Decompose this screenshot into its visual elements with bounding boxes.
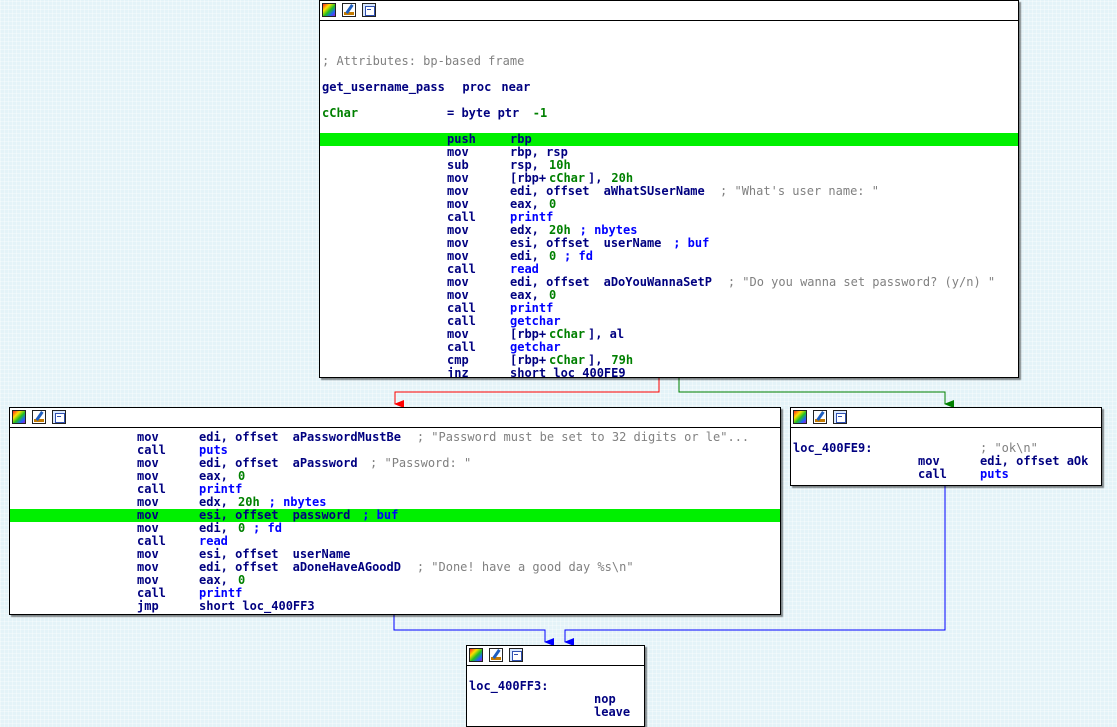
operand: short loc_400FF3 bbox=[199, 599, 315, 613]
block-get-username-pass[interactable]: ; Attributes: bp-based frame get_username… bbox=[319, 0, 1019, 378]
proc-keyword: near bbox=[501, 80, 531, 94]
code-line[interactable]: sub rsp, 10h bbox=[320, 159, 1018, 172]
code-line[interactable]: mov esi, offset password ; buf bbox=[10, 509, 780, 522]
operand: ; "Done! have a good day %s\n" bbox=[409, 560, 634, 574]
block-titlebar bbox=[320, 1, 1018, 21]
proc-keyword: proc bbox=[462, 80, 492, 94]
code-line[interactable]: push rbp bbox=[320, 133, 1018, 146]
block-titlebar bbox=[467, 646, 644, 666]
code-line[interactable]: mov edi, offset aPasswordMustBe ; "Passwo… bbox=[10, 431, 780, 444]
edge-jmp-to-end bbox=[393, 615, 554, 646]
code-line[interactable]: mov eax, 0 bbox=[10, 470, 780, 483]
code-line[interactable]: call printf bbox=[320, 211, 1018, 224]
operand: aDoneHaveAGoodD bbox=[292, 560, 401, 574]
group-nodes-icon[interactable] bbox=[362, 3, 376, 17]
block-set-password[interactable]: mov edi, offset aPasswordMustBe ; "Passwo… bbox=[9, 407, 781, 615]
operand: aWhatSUserName bbox=[603, 184, 705, 198]
operand: short loc_400FE9 bbox=[510, 366, 626, 378]
edit-node-icon[interactable] bbox=[489, 648, 503, 662]
code-line[interactable]: mov edi, offset aWhatSUserName ; "What's … bbox=[320, 185, 1018, 198]
stack-var-name: cChar bbox=[322, 106, 359, 120]
code-line[interactable]: mov [rbp+ cChar], al bbox=[320, 328, 1018, 341]
group-nodes-icon[interactable] bbox=[52, 410, 66, 424]
code-line[interactable]: cmp [rbp+ cChar], 79h bbox=[320, 354, 1018, 367]
mnemonic: call bbox=[918, 467, 947, 481]
operand: ; buf bbox=[355, 508, 399, 522]
edit-node-icon[interactable] bbox=[32, 410, 46, 424]
code-line[interactable]: call printf bbox=[10, 483, 780, 496]
stack-var-def: = byte ptr bbox=[447, 106, 520, 120]
code-line[interactable]: mov eax, 0 bbox=[10, 574, 780, 587]
operand: 0 bbox=[238, 521, 246, 535]
code-line[interactable]: mov edi, offset aDoneHaveAGoodD ; "Done! … bbox=[10, 561, 780, 574]
code-line[interactable]: mov edi, 0 ; fd bbox=[10, 522, 780, 535]
code-line[interactable]: leave bbox=[467, 706, 644, 719]
edge-true-branch bbox=[678, 377, 954, 408]
edit-node-icon[interactable] bbox=[813, 410, 827, 424]
code-line[interactable]: mov edi, 0 ; fd bbox=[320, 250, 1018, 263]
code-line[interactable]: loc_400FF3: bbox=[467, 680, 644, 693]
code-line[interactable]: call printf bbox=[10, 587, 780, 600]
code-line[interactable]: mov edi, offset aPassword ; "Password: " bbox=[10, 457, 780, 470]
operand: ; buf bbox=[666, 236, 710, 250]
code-line[interactable]: get_username_pass proc near bbox=[320, 81, 1018, 94]
operand: aPasswordMustBe bbox=[292, 430, 401, 444]
code-line[interactable]: jmp short loc_400FF3 bbox=[10, 600, 780, 613]
group-nodes-icon[interactable] bbox=[509, 648, 523, 662]
code-line[interactable]: call puts bbox=[791, 468, 1101, 481]
group-nodes-icon[interactable] bbox=[833, 410, 847, 424]
block-titlebar bbox=[10, 408, 780, 428]
block-loc-400fe9[interactable]: loc_400FE9:; "ok\n" mov edi, offset aOk cal… bbox=[790, 407, 1102, 486]
color-palette-icon[interactable] bbox=[322, 3, 336, 17]
code-line[interactable]: mov eax, 0 bbox=[320, 289, 1018, 302]
proc-name: get_username_pass bbox=[322, 80, 445, 94]
block-loc-400ff3[interactable]: loc_400FF3: nop leave bbox=[466, 645, 645, 727]
operand: ; "Password: " bbox=[362, 456, 472, 470]
color-palette-icon[interactable] bbox=[793, 410, 807, 424]
comment-text: ; Attributes: bp-based frame bbox=[322, 54, 525, 68]
operand: aPassword bbox=[292, 456, 358, 470]
code-line[interactable]: jnz short loc_400FE9 bbox=[320, 367, 1018, 378]
code-line[interactable]: ; Attributes: bp-based frame bbox=[320, 55, 1018, 68]
code-line[interactable]: call read bbox=[10, 535, 780, 548]
block-code: mov edi, offset aPasswordMustBe ; "Passwo… bbox=[10, 428, 780, 613]
block-code: loc_400FF3: nop leave bbox=[467, 666, 644, 726]
block-code: loc_400FE9:; "ok\n" mov edi, offset aOk cal… bbox=[791, 428, 1101, 484]
block-titlebar bbox=[791, 408, 1101, 428]
operand: ], al bbox=[588, 327, 625, 341]
operand: 0 bbox=[549, 249, 557, 263]
code-line[interactable]: mov eax, 0 bbox=[320, 198, 1018, 211]
code-line[interactable]: cChar = byte ptr -1 bbox=[320, 107, 1018, 120]
color-palette-icon[interactable] bbox=[12, 410, 26, 424]
mnemonic: leave bbox=[594, 705, 631, 719]
code-line[interactable]: call printf bbox=[320, 302, 1018, 315]
mnemonic: jnz bbox=[447, 366, 469, 378]
operand: password bbox=[292, 508, 351, 522]
color-palette-icon[interactable] bbox=[469, 648, 483, 662]
block-code: ; Attributes: bp-based frame get_username… bbox=[320, 21, 1018, 378]
operand: ; "What's user name: " bbox=[712, 184, 879, 198]
code-label: loc_400FF3: bbox=[469, 679, 549, 693]
edit-node-icon[interactable] bbox=[342, 3, 356, 17]
edge-false-branch bbox=[394, 377, 660, 408]
code-line[interactable]: mov edi, offset aDoYouWannaSetP ; "Do you… bbox=[320, 276, 1018, 289]
code-line[interactable]: call getchar bbox=[320, 341, 1018, 354]
operand: ; fd bbox=[245, 521, 282, 535]
operand: puts bbox=[980, 467, 1009, 481]
operand: ; fd bbox=[556, 249, 593, 263]
mnemonic: jmp bbox=[137, 599, 159, 613]
operand: ; "Do you wanna set password? (y/n) " bbox=[720, 275, 996, 289]
stack-var-offset: -1 bbox=[532, 106, 548, 120]
operand: aDoYouWannaSetP bbox=[603, 275, 712, 289]
code-line[interactable]: call getchar bbox=[320, 315, 1018, 328]
code-line[interactable]: mov rbp, rsp bbox=[320, 146, 1018, 159]
code-label: loc_400FE9: bbox=[793, 441, 873, 455]
operand: ; "Password must be set to 32 digits or … bbox=[409, 430, 750, 444]
operand: userName bbox=[603, 236, 662, 250]
code-line[interactable]: mov esi, offset userName ; buf bbox=[320, 237, 1018, 250]
